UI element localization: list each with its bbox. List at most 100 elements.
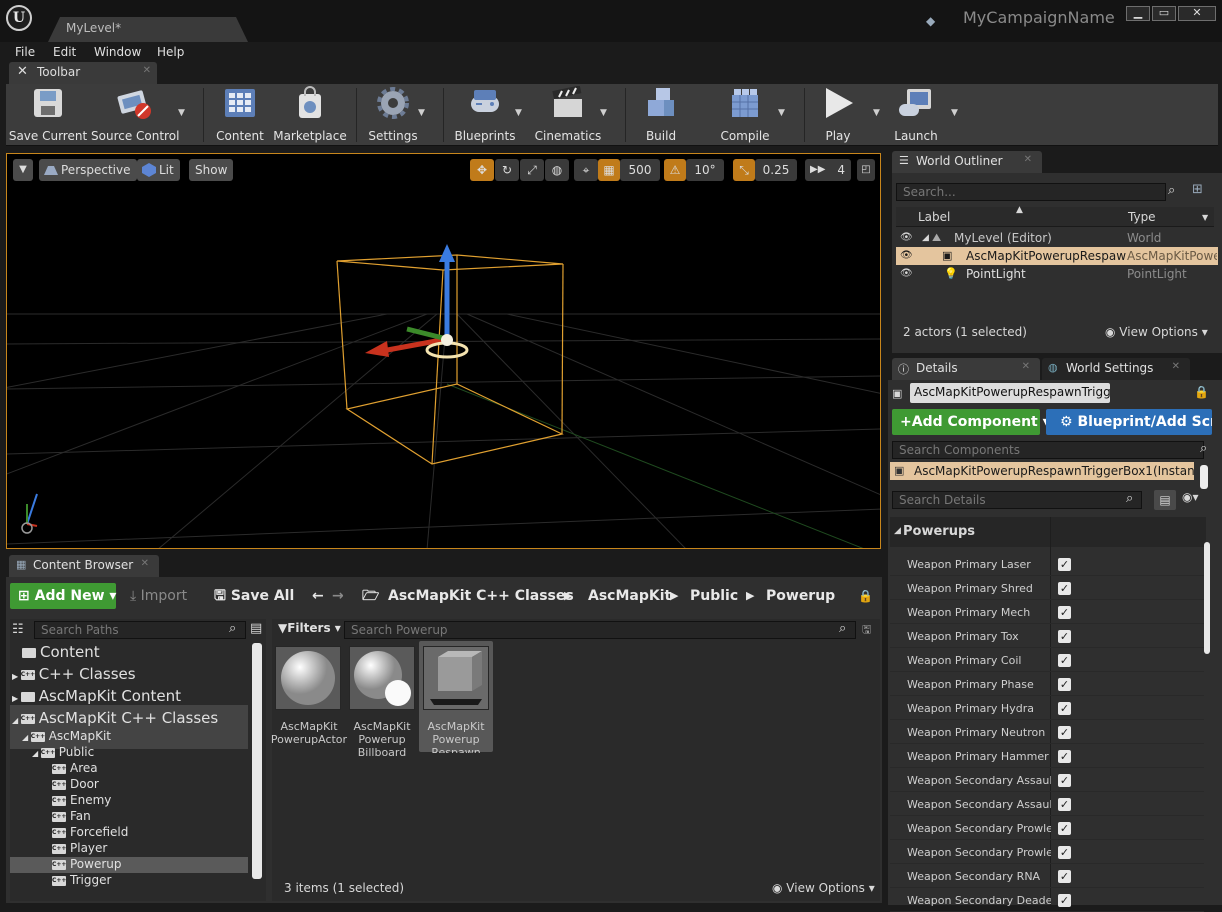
tree-item-folder[interactable]: C++ Door xyxy=(52,777,99,791)
launch-dropdown[interactable]: ▼ xyxy=(951,108,958,118)
add-folder-icon[interactable]: ⊞ xyxy=(1192,182,1203,197)
asset-view-options[interactable]: ◉ View Options ▾ xyxy=(772,881,875,895)
tree-item-folder[interactable]: C++ Forcefield xyxy=(52,825,128,839)
blueprints-button[interactable]: Blueprints xyxy=(452,84,518,146)
launch-button[interactable]: Launch xyxy=(886,84,946,146)
rotate-mode-icon[interactable]: ↻ xyxy=(495,159,519,181)
property-checkbox[interactable]: ✓ xyxy=(1058,870,1071,883)
visibility-eye-icon[interactable]: 👁 xyxy=(900,229,913,247)
component-tree-item[interactable]: AscMapKitPowerupRespawnTriggerBox1(Insta… xyxy=(890,462,1194,480)
search-components-input[interactable]: Search Components xyxy=(892,441,1204,459)
scale-snap-value[interactable]: 0.25 xyxy=(755,159,797,181)
asset-tile[interactable] xyxy=(423,646,489,710)
settings-dropdown[interactable]: ▼ xyxy=(418,108,425,118)
source-control-button[interactable]: Source Control xyxy=(91,84,179,146)
property-checkbox[interactable]: ✓ xyxy=(1058,678,1071,691)
close-tab-icon[interactable]: ✕ xyxy=(143,65,151,76)
close-tab-icon[interactable]: ✕ xyxy=(1022,361,1030,372)
view-eye-icon[interactable]: ◉▾ xyxy=(1182,490,1199,504)
show-button[interactable]: Show xyxy=(189,159,234,181)
lock-icon[interactable]: 🔒 xyxy=(1194,385,1209,399)
cinematics-dropdown[interactable]: ▼ xyxy=(600,108,607,118)
property-checkbox[interactable]: ✓ xyxy=(1058,798,1071,811)
unreal-logo-icon[interactable]: U xyxy=(6,5,32,31)
add-component-button[interactable]: +Add Component ▾ xyxy=(892,409,1050,435)
tree-item-ascmapkit-content[interactable]: ▶ AscMapKit Content xyxy=(12,687,181,705)
search-assets-input[interactable]: Search Powerup xyxy=(344,621,856,639)
tree-item-cpp-classes[interactable]: ▶ C++ C++ Classes xyxy=(12,665,136,683)
blueprints-dropdown[interactable]: ▼ xyxy=(515,108,522,118)
search-paths-input[interactable]: Search Paths xyxy=(34,621,246,639)
property-checkbox[interactable]: ✓ xyxy=(1058,582,1071,595)
property-checkbox[interactable]: ✓ xyxy=(1058,654,1071,667)
save-all-button[interactable]: 🖫 Save All xyxy=(214,584,294,608)
lit-button[interactable]: Lit xyxy=(137,159,180,181)
level-viewport[interactable]: ▼ Perspective Lit Show ✥ ↻ ⤢ ◍ ⌖ ▦ 500 ⚠… xyxy=(6,153,881,549)
tree-scrollbar[interactable] xyxy=(252,643,262,879)
outliner-view-options[interactable]: ◉ View Options ▾ xyxy=(1105,325,1208,339)
play-dropdown[interactable]: ▼ xyxy=(873,108,880,118)
level-document-tab[interactable]: MyLevel* xyxy=(48,17,248,42)
property-checkbox[interactable]: ✓ xyxy=(1058,894,1071,907)
import-button[interactable]: ⤓ Import xyxy=(130,584,187,608)
close-tab-icon[interactable]: ✕ xyxy=(141,558,149,569)
grid-snap-icon[interactable]: ▦ xyxy=(598,159,620,181)
tree-item-content[interactable]: Content xyxy=(22,643,100,661)
viewport-options-button[interactable]: ▼ xyxy=(13,159,33,181)
property-matrix-icon[interactable]: ▤ xyxy=(1154,490,1176,510)
tree-item-folder[interactable]: C++ Trigger xyxy=(52,873,111,887)
type-column-header[interactable]: Type xyxy=(1128,210,1156,224)
close-tab-icon[interactable]: ✕ xyxy=(1172,361,1180,372)
compile-button[interactable]: Compile xyxy=(712,84,778,146)
breadcrumb-item[interactable]: Powerup xyxy=(766,584,835,608)
close-tab-icon[interactable]: ✕ xyxy=(1024,154,1032,165)
translate-mode-icon[interactable]: ✥ xyxy=(470,159,494,181)
build-button[interactable]: Build xyxy=(636,84,686,146)
close-window-button[interactable]: ✕ xyxy=(1178,6,1216,21)
tree-item-folder[interactable]: C++ Player xyxy=(52,841,107,855)
menu-window[interactable]: Window xyxy=(94,45,141,59)
visibility-eye-icon[interactable]: 👁 xyxy=(900,247,913,265)
cinematics-button[interactable]: Cinematics xyxy=(534,84,602,146)
menu-edit[interactable]: Edit xyxy=(53,45,76,59)
scale-mode-icon[interactable]: ⤢ xyxy=(520,159,544,181)
asset-tile[interactable] xyxy=(275,646,341,710)
content-browser-tab[interactable]: ▦ Content Browser ✕ xyxy=(9,555,159,577)
details-scrollbar[interactable] xyxy=(1204,542,1210,654)
search-details-input[interactable]: Search Details xyxy=(892,491,1142,509)
maximize-button[interactable]: ▭ xyxy=(1152,6,1176,21)
menu-help[interactable]: Help xyxy=(157,45,184,59)
visibility-eye-icon[interactable]: 👁 xyxy=(900,265,913,283)
maximize-viewport-icon[interactable]: ◰ xyxy=(857,159,875,181)
save-search-icon[interactable]: 🖫 xyxy=(862,621,871,640)
powerups-category-header[interactable]: ◢ Powerups xyxy=(890,517,1206,547)
property-checkbox[interactable]: ✓ xyxy=(1058,750,1071,763)
property-checkbox[interactable]: ✓ xyxy=(1058,726,1071,739)
tree-item-folder[interactable]: C++ Enemy xyxy=(52,793,111,807)
breadcrumb-item[interactable]: AscMapKit C++ Classes xyxy=(388,584,574,608)
world-outliner-tab[interactable]: ☰ World Outliner ✕ xyxy=(892,151,1042,173)
outliner-row-world[interactable]: 👁 ◢ ⛰ MyLevel (Editor) World xyxy=(896,229,1214,247)
outliner-search-input[interactable]: Search... xyxy=(896,183,1166,201)
add-new-button[interactable]: ⊞ Add New ▾ xyxy=(10,583,116,609)
property-checkbox[interactable]: ✓ xyxy=(1058,558,1071,571)
compile-dropdown[interactable]: ▼ xyxy=(778,108,785,118)
breadcrumb-item[interactable]: AscMapKit xyxy=(588,584,671,608)
settings-button[interactable]: Settings xyxy=(364,84,422,146)
tree-item-folder[interactable]: C++ Powerup xyxy=(52,857,122,871)
world-space-icon[interactable]: ◍ xyxy=(545,159,569,181)
property-checkbox[interactable]: ✓ xyxy=(1058,702,1071,715)
column-dropdown-icon[interactable]: ▼ xyxy=(1202,213,1208,222)
expand-arrow-icon[interactable]: ◢ xyxy=(922,229,929,247)
world-settings-tab[interactable]: ◍ World Settings ✕ xyxy=(1042,358,1190,380)
collections-icon[interactable]: ▤ xyxy=(250,621,262,636)
property-checkbox[interactable]: ✓ xyxy=(1058,630,1071,643)
tree-item-folder[interactable]: C++ Area xyxy=(52,761,98,775)
back-arrow-icon[interactable]: ← xyxy=(312,584,324,608)
component-scrollbar[interactable] xyxy=(1200,465,1208,489)
surface-snap-icon[interactable]: ⌖ xyxy=(574,159,598,181)
content-button[interactable]: Content xyxy=(214,84,266,146)
camera-speed-button[interactable]: ▶▶ 4 xyxy=(805,159,851,181)
tree-item-ascmapkit[interactable]: ◢ C++ AscMapKit xyxy=(22,729,111,743)
rotation-snap-value[interactable]: 10° xyxy=(686,159,724,181)
